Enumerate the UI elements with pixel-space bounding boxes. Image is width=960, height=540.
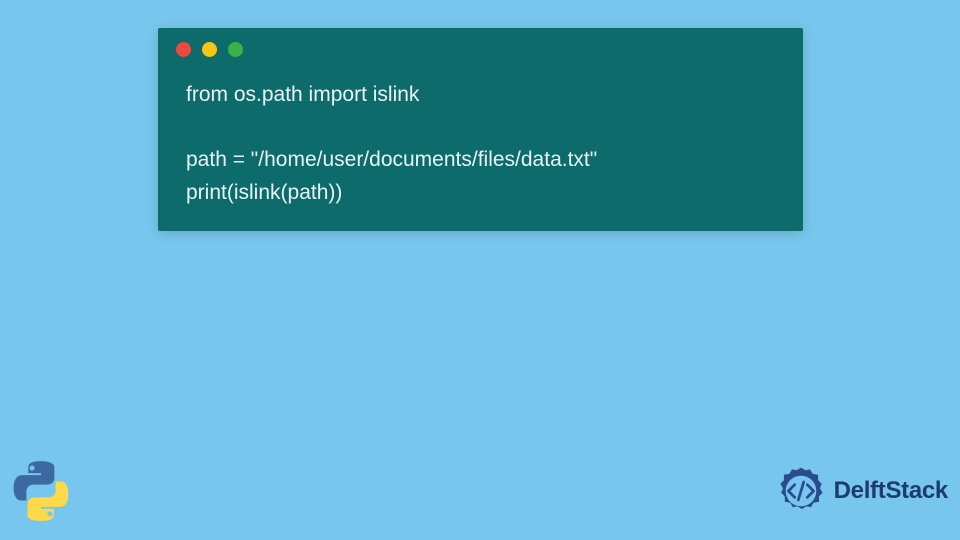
- maximize-icon: [228, 42, 243, 57]
- code-gear-icon: [774, 464, 828, 518]
- code-line: path = "/home/user/documents/files/data.…: [186, 144, 775, 177]
- minimize-icon: [202, 42, 217, 57]
- code-window: from os.path import islink path = "/home…: [158, 28, 803, 231]
- code-line: print(islink(path)): [186, 177, 775, 210]
- window-titlebar: [158, 28, 803, 67]
- brand-name: DelftStack: [834, 477, 948, 505]
- code-line: from os.path import islink: [186, 79, 775, 112]
- code-body: from os.path import islink path = "/home…: [158, 67, 803, 209]
- brand-logo: DelftStack: [774, 464, 948, 518]
- code-blank-line: [186, 112, 775, 145]
- python-logo-icon: [6, 456, 76, 526]
- close-icon: [176, 42, 191, 57]
